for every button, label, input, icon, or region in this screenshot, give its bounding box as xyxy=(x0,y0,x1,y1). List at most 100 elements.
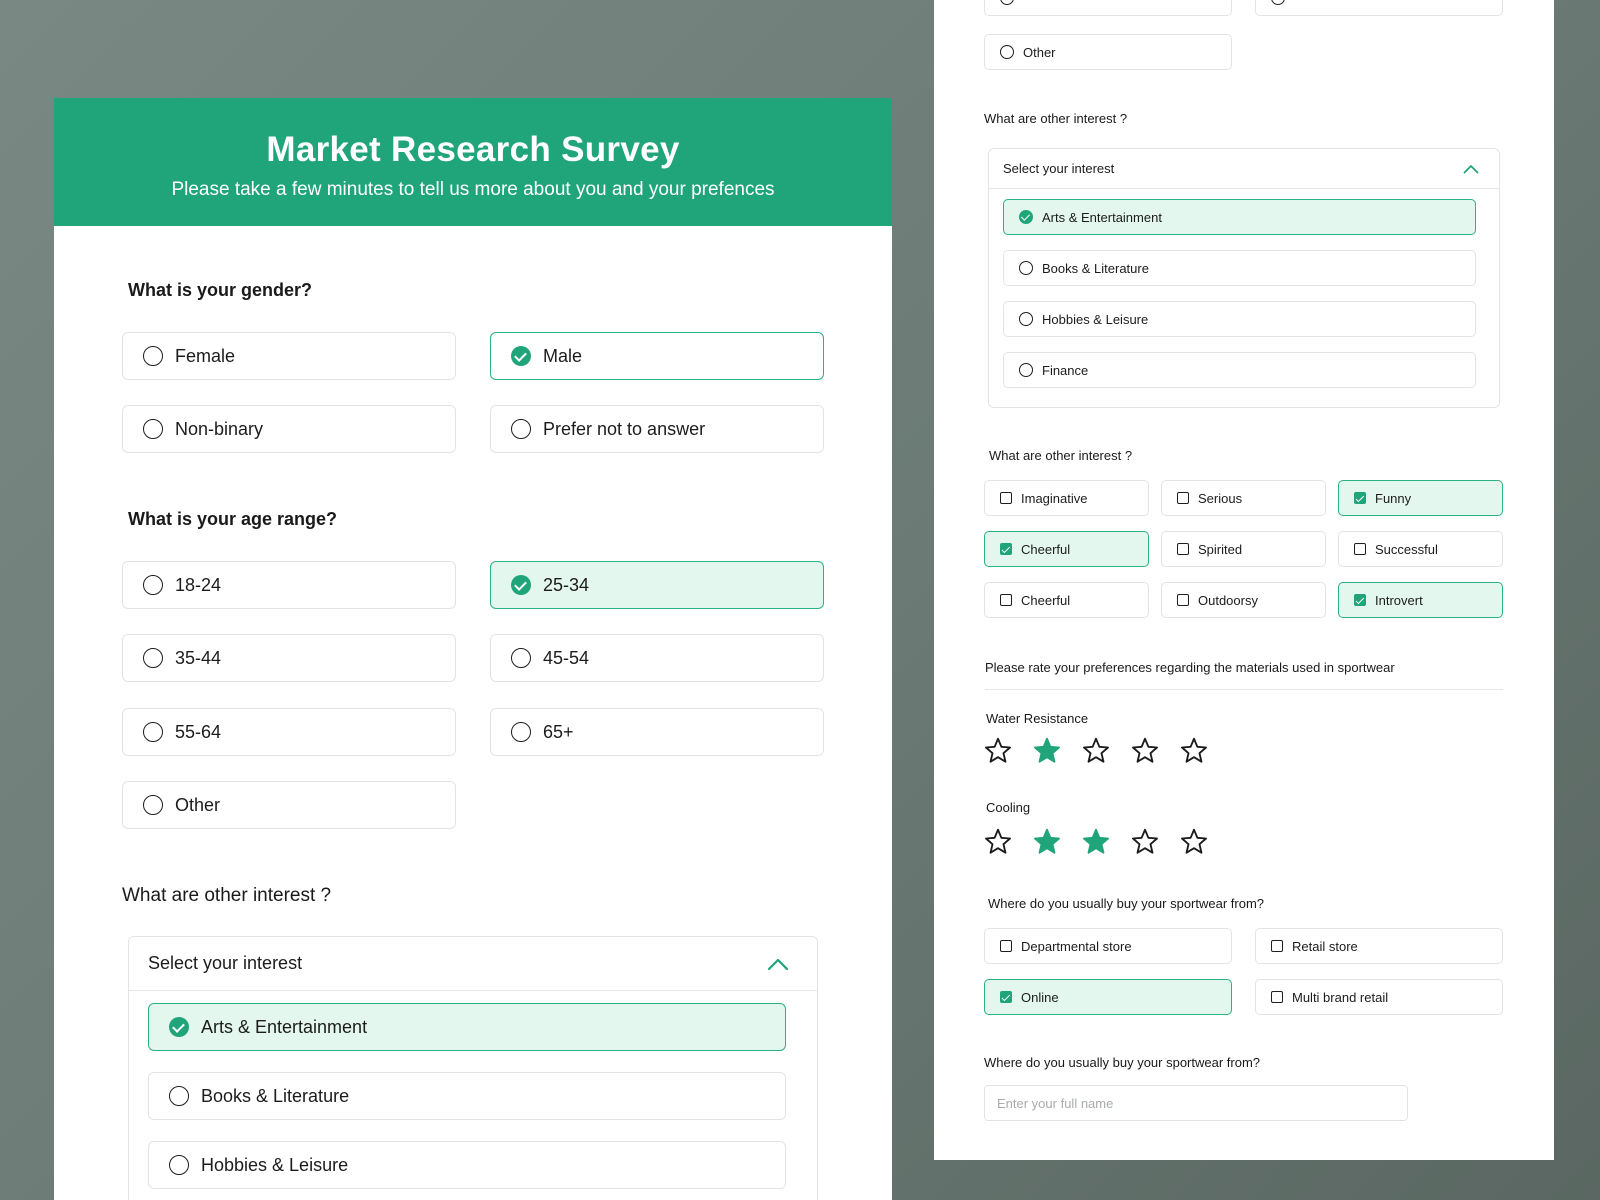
interest-question-small: What are other interest ? xyxy=(984,111,1128,126)
divider xyxy=(985,689,1503,690)
checkbox-icon xyxy=(1000,492,1012,504)
radio-empty-icon xyxy=(169,1155,189,1175)
name-question: Where do you usually buy your sportwear … xyxy=(984,1055,1261,1070)
age-option-other-small[interactable]: Other xyxy=(984,34,1232,70)
purchase-option-online[interactable]: Online xyxy=(984,979,1232,1015)
age-option-65-plus[interactable]: 65+ xyxy=(490,708,824,756)
option-label: Outdoorsy xyxy=(1198,592,1258,608)
option-label: Books & Literature xyxy=(1042,260,1149,276)
trait-option-serious[interactable]: Serious xyxy=(1161,480,1326,516)
rating-water-resistance xyxy=(984,737,1229,765)
option-label: Imaginative xyxy=(1021,490,1088,506)
option-label: Introvert xyxy=(1375,592,1423,608)
trait-option-imaginative[interactable]: Imaginative xyxy=(984,480,1149,516)
gender-option-non-binary[interactable]: Non-binary xyxy=(122,405,456,453)
interest-option-hobbies[interactable]: Hobbies & Leisure xyxy=(1003,301,1476,337)
option-label: Successful xyxy=(1375,541,1438,557)
interest-option-books[interactable]: Books & Literature xyxy=(1003,250,1476,286)
traits-question: What are other interest ? xyxy=(989,448,1133,463)
option-label: 25-34 xyxy=(543,574,590,595)
age-option-55-64[interactable]: 55-64 xyxy=(122,708,456,756)
star-icon[interactable] xyxy=(1082,737,1110,765)
interest-option-hobbies[interactable]: Hobbies & Leisure xyxy=(148,1141,786,1189)
dropdown-placeholder: Select your interest xyxy=(1003,161,1115,176)
checkbox-checked-icon xyxy=(1000,543,1012,555)
radio-empty-icon xyxy=(143,722,163,742)
age-option-partial-right[interactable] xyxy=(1255,0,1503,16)
interest-option-books[interactable]: Books & Literature xyxy=(148,1072,786,1120)
trait-option-successful[interactable]: Successful xyxy=(1338,531,1503,567)
radio-empty-icon xyxy=(143,575,163,595)
age-option-25-34[interactable]: 25-34 xyxy=(490,561,824,609)
survey-form-panel: Market Research Survey Please take a few… xyxy=(54,98,892,1200)
option-label: 45-54 xyxy=(543,647,590,668)
gender-option-female[interactable]: Female xyxy=(122,332,456,380)
star-filled-icon[interactable] xyxy=(1033,737,1061,765)
survey-subtitle: Please take a few minutes to tell us mor… xyxy=(171,179,775,200)
radio-empty-icon xyxy=(1000,0,1014,5)
star-icon[interactable] xyxy=(984,737,1012,765)
star-icon[interactable] xyxy=(1131,737,1159,765)
purchase-option-retail[interactable]: Retail store xyxy=(1255,928,1503,964)
star-icon[interactable] xyxy=(984,828,1012,856)
option-label: Arts & Entertainment xyxy=(1042,209,1162,225)
checkbox-icon xyxy=(1177,543,1189,555)
interest-option-arts[interactable]: Arts & Entertainment xyxy=(1003,199,1476,235)
interest-dropdown-toggle[interactable]: Select your interest xyxy=(129,937,817,991)
star-filled-icon[interactable] xyxy=(1033,828,1061,856)
purchase-question: Where do you usually buy your sportwear … xyxy=(988,896,1265,911)
trait-option-introvert[interactable]: Introvert xyxy=(1338,582,1503,618)
trait-option-funny[interactable]: Funny xyxy=(1338,480,1503,516)
option-label: Female xyxy=(175,345,236,366)
survey-header: Market Research Survey Please take a few… xyxy=(54,98,892,226)
checkbox-icon xyxy=(1000,940,1012,952)
option-label: 18-24 xyxy=(175,574,222,595)
full-name-input[interactable] xyxy=(984,1085,1408,1121)
trait-option-spirited[interactable]: Spirited xyxy=(1161,531,1326,567)
checkbox-icon xyxy=(1000,594,1012,606)
purchase-option-multi-brand[interactable]: Multi brand retail xyxy=(1255,979,1503,1015)
radio-empty-icon xyxy=(169,1086,189,1106)
interest-dropdown-small: Select your interest Arts & Entertainmen… xyxy=(988,148,1500,408)
option-label: Male xyxy=(543,345,583,366)
star-icon[interactable] xyxy=(1180,828,1208,856)
radio-empty-icon xyxy=(511,648,531,668)
age-option-18-24[interactable]: 18-24 xyxy=(122,561,456,609)
trait-option-cheerful[interactable]: Cheerful xyxy=(984,531,1149,567)
star-filled-icon[interactable] xyxy=(1082,828,1110,856)
rating-cooling xyxy=(984,828,1229,856)
star-icon[interactable] xyxy=(1180,737,1208,765)
checkbox-icon xyxy=(1271,940,1283,952)
gender-option-male[interactable]: Male xyxy=(490,332,824,380)
rating-label-cooling: Cooling xyxy=(986,800,1031,815)
check-circle-icon xyxy=(169,1017,189,1037)
option-label: Prefer not to answer xyxy=(543,418,706,439)
age-option-other[interactable]: Other xyxy=(122,781,456,829)
radio-empty-icon xyxy=(1000,45,1014,59)
gender-option-prefer-not[interactable]: Prefer not to answer xyxy=(490,405,824,453)
age-option-partial-left[interactable] xyxy=(984,0,1232,16)
survey-form-panel-continued: Other What are other interest ? Select y… xyxy=(934,0,1554,1160)
interest-option-finance[interactable]: Finance xyxy=(1003,352,1476,388)
age-option-45-54[interactable]: 45-54 xyxy=(490,634,824,682)
option-label: Other xyxy=(175,794,221,815)
option-label: Non-binary xyxy=(175,418,264,439)
checkbox-icon xyxy=(1177,594,1189,606)
trait-option-cheerful-2[interactable]: Cheerful xyxy=(984,582,1149,618)
option-label: Spirited xyxy=(1198,541,1243,557)
interest-dropdown: Select your interest Arts & Entertainmen… xyxy=(128,936,818,1200)
trait-option-outdoorsy[interactable]: Outdoorsy xyxy=(1161,582,1326,618)
interest-option-arts[interactable]: Arts & Entertainment xyxy=(148,1003,786,1051)
check-circle-icon xyxy=(511,575,531,595)
option-label: Online xyxy=(1021,989,1059,1005)
star-icon[interactable] xyxy=(1131,828,1159,856)
option-label: Departmental store xyxy=(1021,938,1132,954)
checkbox-checked-icon xyxy=(1354,492,1366,504)
purchase-option-departmental[interactable]: Departmental store xyxy=(984,928,1232,964)
interest-dropdown-toggle[interactable]: Select your interest xyxy=(989,149,1499,189)
option-label: Retail store xyxy=(1292,938,1358,954)
age-option-35-44[interactable]: 35-44 xyxy=(122,634,456,682)
checkbox-icon xyxy=(1271,991,1283,1003)
chevron-up-icon xyxy=(767,958,789,971)
radio-empty-icon xyxy=(511,722,531,742)
